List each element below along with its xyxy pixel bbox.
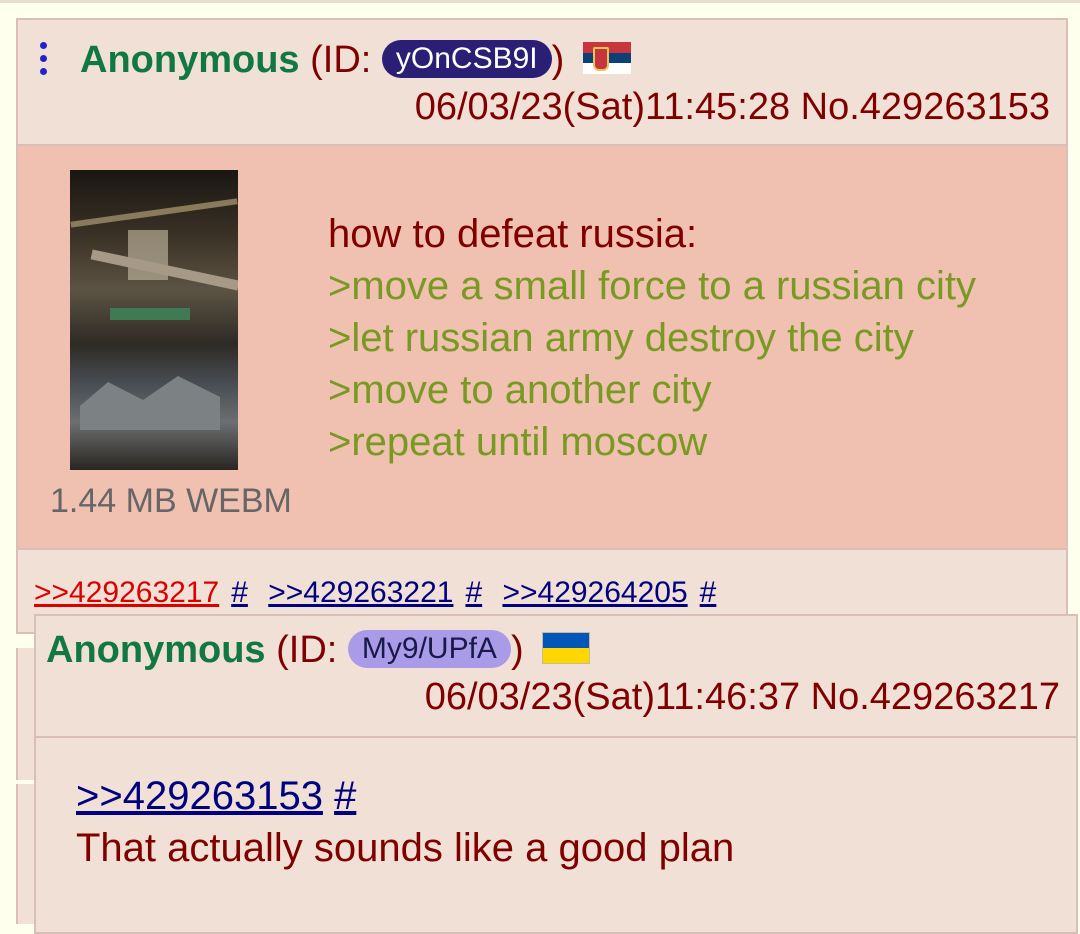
post-comment: how to defeat russia: >move a small forc… — [328, 208, 1048, 468]
poster-name: Anonymous — [80, 39, 300, 81]
greentext-line: >move a small force to a russian city — [328, 264, 977, 308]
poster-id-badge[interactable]: yOnCSB9I — [381, 39, 552, 78]
backlink-hash[interactable]: # — [700, 576, 717, 609]
quote-hash-link[interactable]: # — [334, 774, 356, 818]
post-menu-icon[interactable] — [38, 42, 50, 82]
comment-line: how to defeat russia: — [328, 212, 698, 256]
page-top-border — [0, 0, 1080, 3]
serbia-flag-icon — [582, 41, 631, 74]
greentext-line: >move to another city — [328, 368, 712, 412]
backlink-reply[interactable]: >>429263217 — [34, 576, 219, 609]
reply-preview: Anonymous (ID: My9/UPfA) 06/03/23(Sat)11… — [34, 614, 1078, 934]
backlink-reply[interactable]: >>429263221 — [268, 576, 453, 609]
comment-text: That actually sounds like a good plan — [76, 826, 735, 870]
id-prefix: (ID: — [310, 39, 382, 81]
video-thumbnail[interactable] — [70, 170, 238, 470]
greentext-line: >repeat until moscow — [328, 420, 708, 464]
backlink-hash[interactable]: # — [231, 576, 248, 609]
id-prefix: (ID: — [276, 629, 348, 671]
id-suffix: ) — [551, 39, 565, 81]
backlinks: >>429263217 # >>429263221 # >>429264205 # — [34, 576, 728, 610]
post-datetime: 06/03/23(Sat)11:46:37 — [424, 676, 801, 718]
backlink-hash[interactable]: # — [465, 576, 482, 609]
poster-info: Anonymous (ID: yOnCSB9I) — [80, 36, 631, 84]
greentext-line: >let russian army destroy the city — [328, 316, 914, 360]
next-post-edge — [16, 648, 34, 780]
op-post: Anonymous (ID: yOnCSB9I) 06/03/23(Sat)11… — [16, 18, 1068, 634]
post-body: 1.44 MB WEBM how to defeat russia: >move… — [18, 146, 1066, 550]
poster-name: Anonymous — [46, 629, 266, 671]
file-info: 1.44 MB WEBM — [50, 482, 292, 520]
id-suffix: ) — [510, 629, 524, 671]
ukraine-flag-icon — [542, 631, 591, 664]
poster-id-badge[interactable]: My9/UPfA — [347, 629, 511, 668]
post-dateline: 06/03/23(Sat)11:46:37 No.429263217 — [425, 674, 1060, 720]
reply-header: Anonymous (ID: My9/UPfA) 06/03/23(Sat)11… — [36, 616, 1076, 738]
post-dateline: 06/03/23(Sat)11:45:28 No.429263153 — [415, 84, 1050, 130]
backlink-reply[interactable]: >>429264205 — [502, 576, 687, 609]
post-number[interactable]: No.429263153 — [801, 86, 1050, 128]
quote-link[interactable]: >>429263153 — [76, 774, 323, 818]
next-post-edge — [16, 784, 34, 924]
post-number[interactable]: No.429263217 — [811, 676, 1060, 718]
reply-comment: >>429263153 # That actually sounds like … — [76, 770, 734, 874]
poster-info: Anonymous (ID: My9/UPfA) — [46, 626, 591, 674]
post-header: Anonymous (ID: yOnCSB9I) 06/03/23(Sat)11… — [18, 20, 1066, 146]
post-datetime: 06/03/23(Sat)11:45:28 — [414, 86, 791, 128]
